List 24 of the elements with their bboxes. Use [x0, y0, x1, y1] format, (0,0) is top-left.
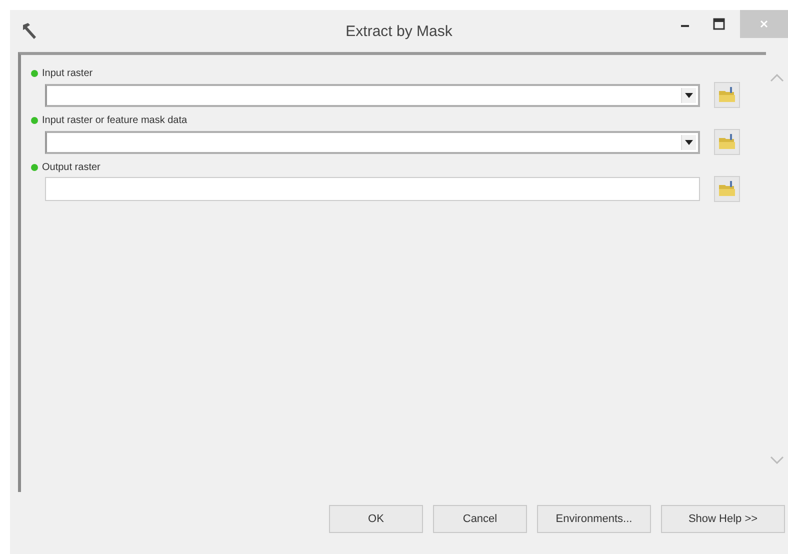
browse-button[interactable]: [714, 176, 740, 202]
dropdown-field[interactable]: [45, 84, 700, 106]
scroll-up-icon[interactable]: [770, 74, 784, 82]
window-title: Extract by Mask: [346, 22, 452, 40]
dropdown-field[interactable]: [45, 130, 700, 154]
close-icon: [759, 19, 769, 29]
maximize-icon: [713, 18, 725, 30]
input-field[interactable]: [45, 177, 700, 201]
caret-icon[interactable]: [685, 92, 693, 98]
folder-icon: [718, 134, 736, 150]
dialog-button[interactable]: Show Help >>: [661, 505, 785, 533]
browse-button[interactable]: [714, 129, 740, 155]
dialog-button[interactable]: Environments...: [537, 505, 651, 533]
dialog-button[interactable]: Cancel: [433, 505, 527, 533]
folder-icon: [718, 181, 736, 197]
hammer-icon: [20, 22, 38, 40]
dialog-button[interactable]: OK: [329, 505, 423, 533]
browse-button[interactable]: [714, 82, 740, 108]
parameter-label: Output raster: [42, 162, 100, 172]
scroll-down-icon[interactable]: [770, 456, 784, 464]
folder-icon: [718, 87, 736, 103]
parameter-label: Input raster or feature mask data: [42, 114, 188, 126]
caret-icon[interactable]: [685, 140, 693, 144]
parameter-label: Input raster: [42, 68, 93, 78]
